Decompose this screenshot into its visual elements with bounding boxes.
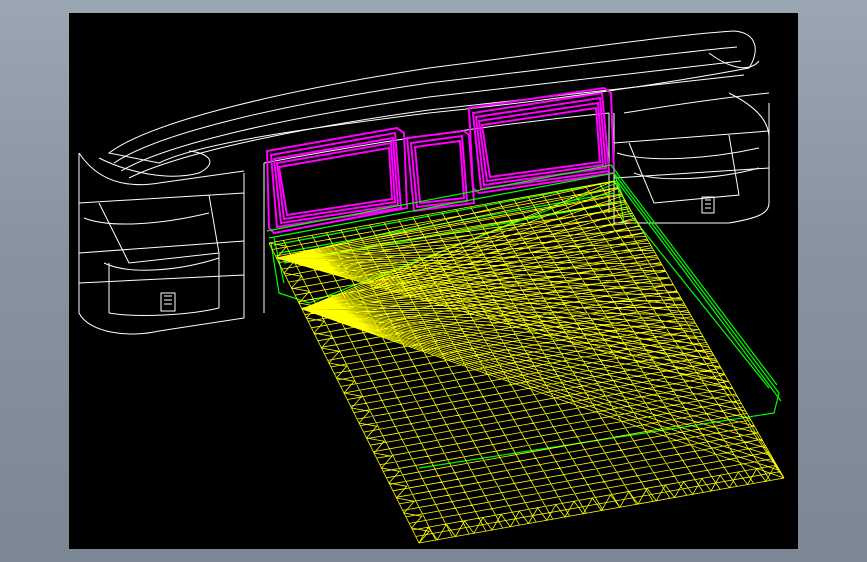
cad-wireframe-viewport[interactable] xyxy=(69,13,798,549)
wireframe-render xyxy=(78,30,785,544)
application-window xyxy=(0,0,867,562)
mattress-cover-mesh xyxy=(268,180,785,544)
mattress-cover-wireframe xyxy=(268,180,785,544)
pillows-wireframe xyxy=(265,86,616,235)
